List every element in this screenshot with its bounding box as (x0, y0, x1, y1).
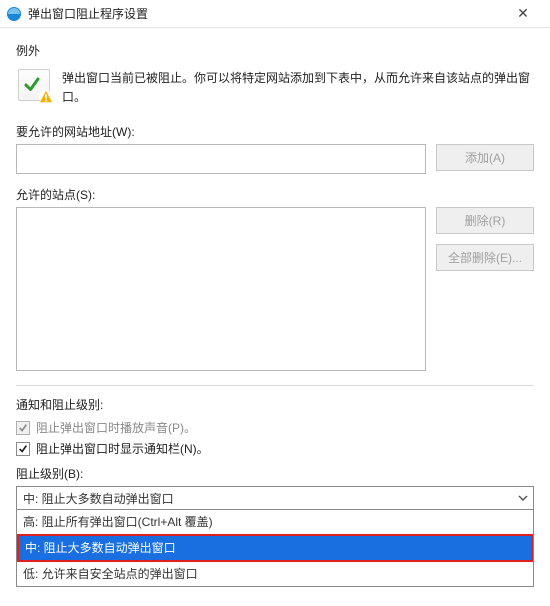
titlebar: 弹出窗口阻止程序设置 ✕ (0, 0, 550, 28)
exceptions-box: 弹出窗口当前已被阻止。你可以将特定网站添加到下表中，从而允许来自该站点的弹出窗口… (16, 65, 534, 117)
blocking-level-label: 阻止级别(B): (16, 465, 534, 482)
show-bar-label: 阻止弹出窗口时显示通知栏(N)。 (36, 440, 209, 457)
divider (16, 385, 534, 386)
play-sound-checkbox[interactable] (16, 421, 30, 435)
allowed-sites-list[interactable] (16, 207, 426, 371)
app-icon (6, 6, 22, 22)
exceptions-icon (18, 69, 50, 101)
dialog-title: 弹出窗口阻止程序设置 (28, 5, 502, 22)
option-high[interactable]: 高: 阻止所有弹出窗口(Ctrl+Alt 覆盖) (17, 510, 533, 534)
option-medium[interactable]: 中: 阻止大多数自动弹出窗口 (19, 536, 531, 560)
play-sound-row: 阻止弹出窗口时播放声音(P)。 (16, 419, 534, 436)
close-button[interactable]: ✕ (502, 5, 544, 22)
exceptions-heading: 例外 (16, 42, 534, 59)
remove-all-button[interactable]: 全部删除(E)... (436, 244, 534, 271)
show-bar-checkbox[interactable] (16, 442, 30, 456)
address-label: 要允许的网站地址(W): (16, 123, 534, 140)
option-low[interactable]: 低: 允许来自安全站点的弹出窗口 (17, 562, 533, 586)
notifications-heading: 通知和阻止级别: (16, 396, 534, 413)
exceptions-description: 弹出窗口当前已被阻止。你可以将特定网站添加到下表中，从而允许来自该站点的弹出窗口… (62, 69, 532, 107)
highlight-box: 中: 阻止大多数自动弹出窗口 (17, 534, 533, 562)
chevron-down-icon (517, 492, 529, 504)
address-input[interactable] (16, 144, 426, 174)
blocking-level-dropdown[interactable]: 中: 阻止大多数自动弹出窗口 (16, 486, 534, 510)
allowed-sites-label: 允许的站点(S): (16, 186, 534, 203)
blocking-level-options: 高: 阻止所有弹出窗口(Ctrl+Alt 覆盖) 中: 阻止大多数自动弹出窗口 … (16, 510, 534, 587)
show-bar-row: 阻止弹出窗口时显示通知栏(N)。 (16, 440, 534, 457)
dialog-content: 例外 弹出窗口当前已被阻止。你可以将特定网站添加到下表中，从而允许来自该站点的弹… (0, 28, 550, 587)
add-button[interactable]: 添加(A) (436, 144, 534, 171)
play-sound-label: 阻止弹出窗口时播放声音(P)。 (36, 419, 196, 436)
remove-button[interactable]: 删除(R) (436, 207, 534, 234)
blocking-level-selected: 中: 阻止大多数自动弹出窗口 (23, 490, 174, 507)
